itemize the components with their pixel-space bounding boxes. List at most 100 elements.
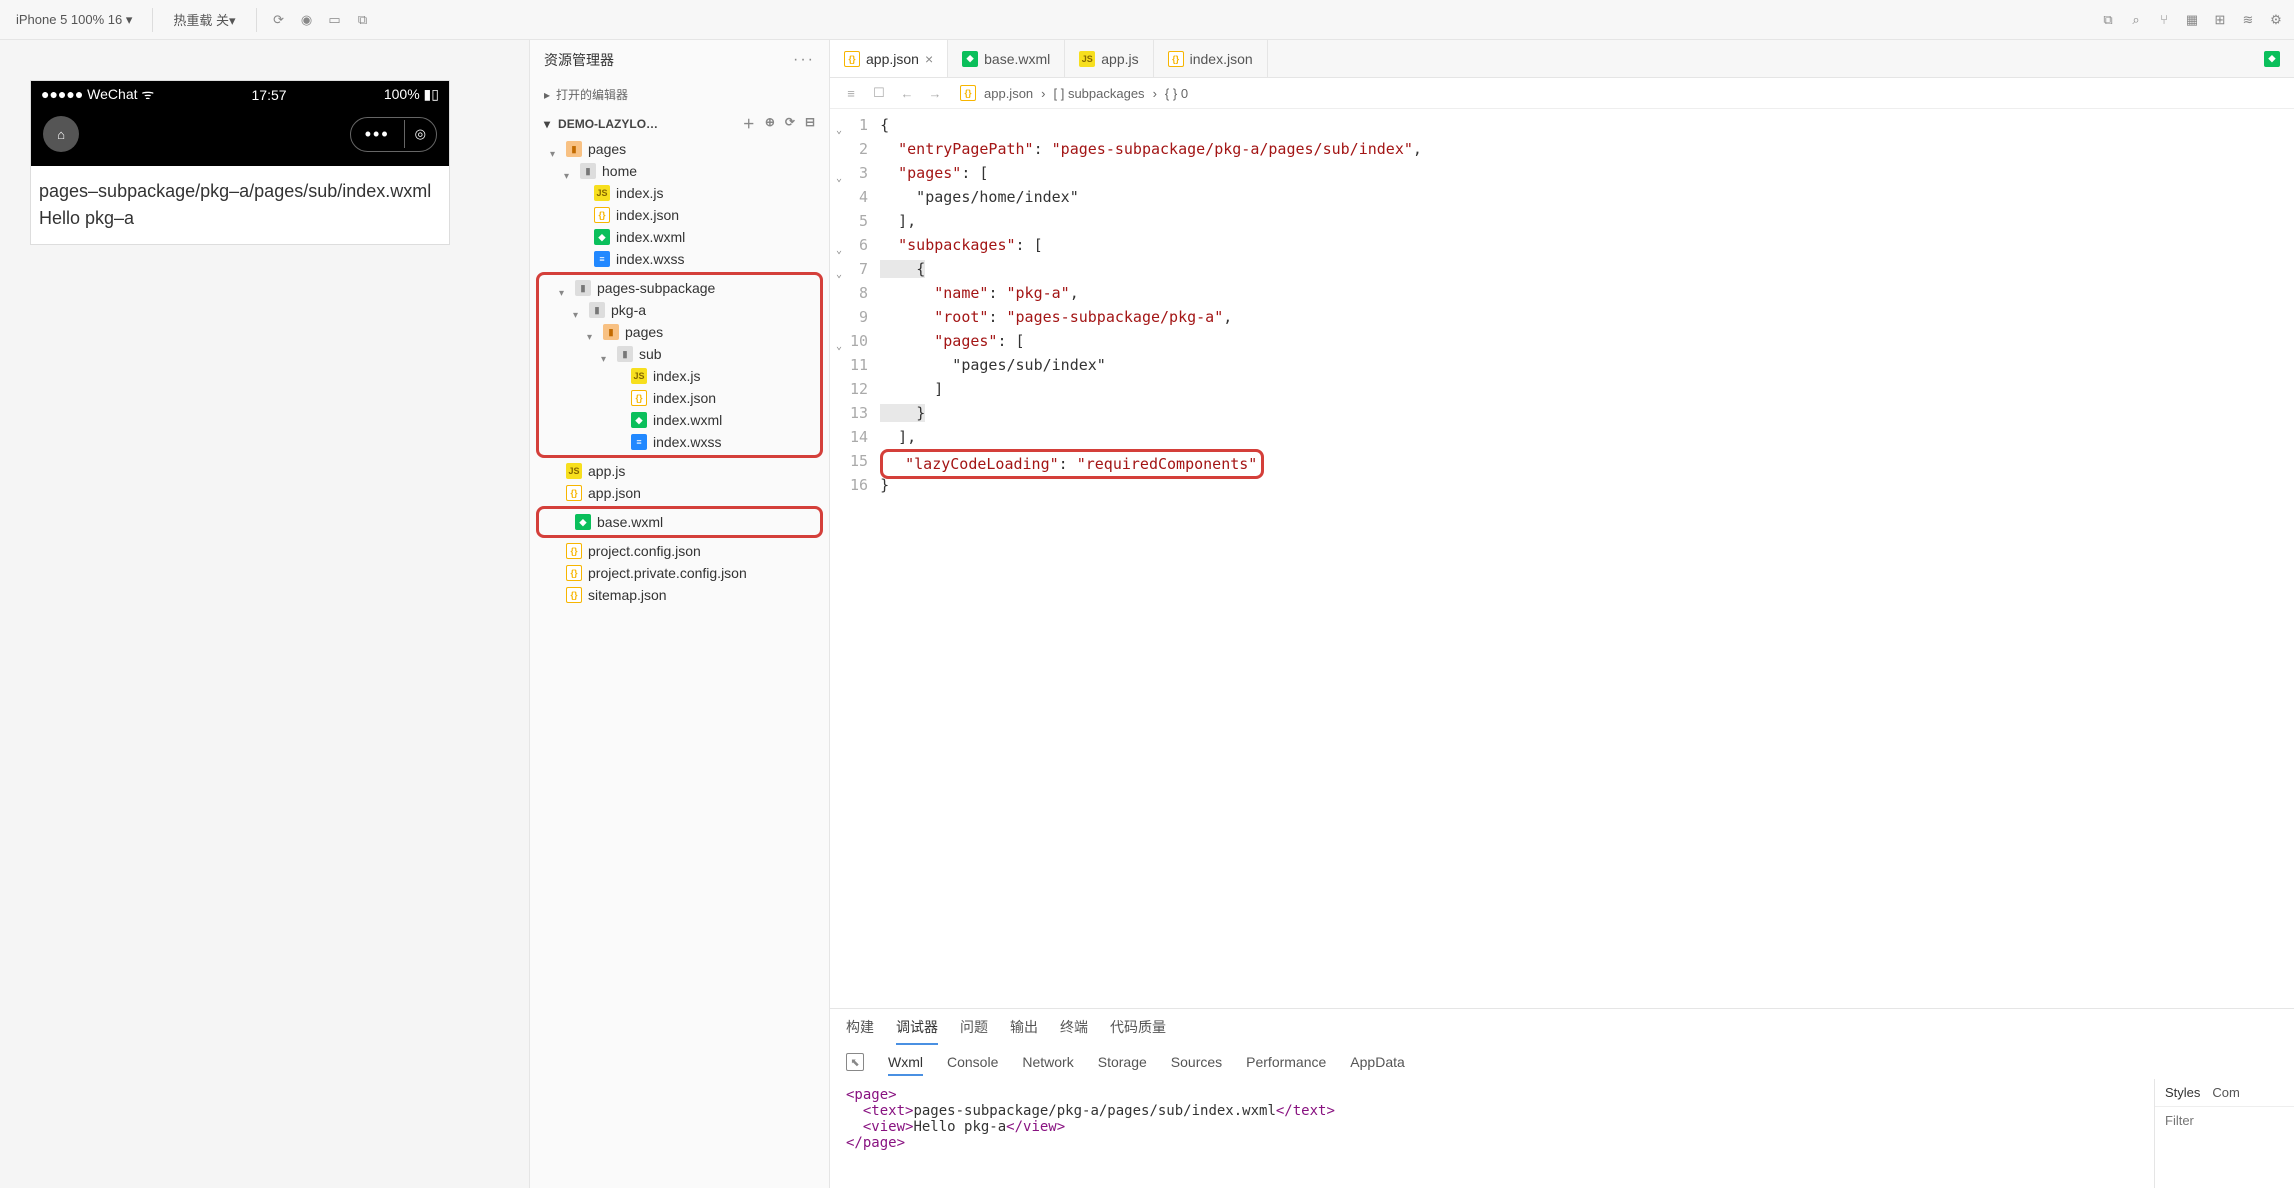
code-line[interactable]: } xyxy=(880,401,1422,425)
tree-item[interactable]: ≡index.wxss xyxy=(530,248,829,270)
branch-icon[interactable]: ⑂ xyxy=(2154,10,2174,30)
refresh-icon[interactable]: ⟳ xyxy=(269,10,289,30)
collapse-icon[interactable]: ⊟ xyxy=(805,115,815,132)
editor-tab[interactable]: {}index.json xyxy=(1154,40,1268,77)
grid-icon[interactable]: ⊞ xyxy=(2210,10,2230,30)
close-icon[interactable]: × xyxy=(925,51,933,67)
more-icon[interactable]: ··· xyxy=(793,51,815,69)
code-editor[interactable]: 1⌄23⌄456⌄7⌄8910⌄111213141516 { "entryPag… xyxy=(830,109,2294,1008)
dom-node[interactable]: <view>Hello pkg-a</view> xyxy=(846,1119,2138,1135)
code-line[interactable]: "pages/sub/index" xyxy=(880,353,1422,377)
code-line[interactable]: "pages": [ xyxy=(880,161,1422,185)
code-line[interactable]: { xyxy=(880,113,1422,137)
docker-icon[interactable]: ≋ xyxy=(2238,10,2258,30)
tree-item[interactable]: ◆base.wxml xyxy=(539,511,820,533)
tree-item[interactable]: ▮sub xyxy=(539,343,820,365)
tree-item[interactable]: ▮pages xyxy=(530,138,829,160)
editor-tab[interactable]: {}app.json× xyxy=(830,40,948,77)
close-target-icon[interactable]: ◎ xyxy=(404,120,436,148)
code-line[interactable]: { xyxy=(880,257,1422,281)
editor-tab[interactable]: ◆base.wxml xyxy=(948,40,1065,77)
devtools-tab[interactable]: AppData xyxy=(1350,1054,1404,1074)
tree-item[interactable]: ◆index.wxml xyxy=(539,409,820,431)
tree-item[interactable]: {}index.json xyxy=(530,204,829,226)
back-icon[interactable]: ← xyxy=(898,84,916,102)
panel-tab[interactable]: 问题 xyxy=(960,1017,988,1045)
ext-icon[interactable]: ▦ xyxy=(2182,10,2202,30)
fold-icon[interactable]: ⌄ xyxy=(836,239,842,263)
project-header[interactable]: ▾ DEMO-LAZYLO… ＋ ⊕ ⟳ ⊟ xyxy=(530,109,829,138)
new-file-icon[interactable]: ＋ xyxy=(743,115,755,132)
fold-icon[interactable]: ⌄ xyxy=(836,335,842,359)
code-line[interactable]: "pages/home/index" xyxy=(880,185,1422,209)
dom-node[interactable]: <text>pages-subpackage/pkg-a/pages/sub/i… xyxy=(846,1103,2138,1119)
hot-reload-toggle[interactable]: 热重载 关▾ xyxy=(165,6,243,33)
code-line[interactable]: ], xyxy=(880,425,1422,449)
panel-tab[interactable]: 输出 xyxy=(1010,1017,1038,1045)
fold-icon[interactable]: ⌄ xyxy=(836,263,842,287)
code-line[interactable]: "subpackages": [ xyxy=(880,233,1422,257)
device-selector[interactable]: iPhone 5 100% 16 ▾ xyxy=(8,8,140,32)
menu-dots-icon[interactable]: ••• xyxy=(351,118,404,151)
list-icon[interactable]: ≡ xyxy=(842,84,860,102)
wxml-icon[interactable]: ◆ xyxy=(2264,51,2280,67)
breadcrumb-node[interactable]: [ ] subpackages xyxy=(1054,86,1145,101)
dom-node[interactable]: </page> xyxy=(846,1135,2138,1151)
stop-icon[interactable]: ◉ xyxy=(297,10,317,30)
code-line[interactable]: ], xyxy=(880,209,1422,233)
copy-icon[interactable]: ⧉ xyxy=(2098,10,2118,30)
code-line[interactable]: "lazyCodeLoading": "requiredComponents" xyxy=(880,449,1422,473)
devtools-tab[interactable]: Sources xyxy=(1171,1054,1222,1074)
code-line[interactable]: "root": "pages-subpackage/pkg-a", xyxy=(880,305,1422,329)
styles-tab[interactable]: Styles xyxy=(2165,1085,2200,1100)
panel-tab[interactable]: 构建 xyxy=(846,1017,874,1045)
phone-icon[interactable]: ▭ xyxy=(325,10,345,30)
windows-icon[interactable]: ⧉ xyxy=(353,10,373,30)
tree-item[interactable]: JSindex.js xyxy=(539,365,820,387)
tree-item[interactable]: {}index.json xyxy=(539,387,820,409)
dom-node[interactable]: <page> xyxy=(846,1087,2138,1103)
devtools-tab[interactable]: Storage xyxy=(1098,1054,1147,1074)
code-line[interactable]: "pages": [ xyxy=(880,329,1422,353)
computed-tab[interactable]: Com xyxy=(2212,1085,2239,1100)
devtools-tab[interactable]: Console xyxy=(947,1054,998,1074)
new-folder-icon[interactable]: ⊕ xyxy=(765,115,775,132)
refresh-tree-icon[interactable]: ⟳ xyxy=(785,115,795,132)
tree-item[interactable]: JSapp.js xyxy=(530,460,829,482)
filter-input[interactable] xyxy=(2165,1113,2284,1128)
tree-item[interactable]: ▮pages-subpackage xyxy=(539,277,820,299)
fold-icon[interactable]: ⌄ xyxy=(836,167,842,191)
code-line[interactable]: ] xyxy=(880,377,1422,401)
panel-tab[interactable]: 终端 xyxy=(1060,1017,1088,1045)
open-editors-section[interactable]: ▸ 打开的编辑器 xyxy=(530,80,829,109)
panel-tab[interactable]: 代码质量 xyxy=(1110,1017,1166,1045)
tree-item[interactable]: {}sitemap.json xyxy=(530,584,829,606)
tree-item[interactable]: {}project.config.json xyxy=(530,540,829,562)
tree-item[interactable]: ▮pkg-a xyxy=(539,299,820,321)
tree-item[interactable]: ◆index.wxml xyxy=(530,226,829,248)
tree-item[interactable]: {}app.json xyxy=(530,482,829,504)
settings-icon[interactable]: ⚙ xyxy=(2266,10,2286,30)
capsule-button[interactable]: ••• ◎ xyxy=(350,117,437,152)
search-icon[interactable]: ⌕ xyxy=(2126,10,2146,30)
fold-icon[interactable]: ⌄ xyxy=(836,119,842,143)
bookmark-icon[interactable]: ☐ xyxy=(870,84,888,102)
inspect-icon[interactable]: ⬉ xyxy=(846,1053,864,1071)
tree-item[interactable]: JSindex.js xyxy=(530,182,829,204)
code-line[interactable]: "name": "pkg-a", xyxy=(880,281,1422,305)
breadcrumb-file[interactable]: app.json xyxy=(984,86,1033,101)
forward-icon[interactable]: → xyxy=(926,84,944,102)
panel-tab[interactable]: 调试器 xyxy=(896,1017,938,1045)
devtools-tab[interactable]: Performance xyxy=(1246,1054,1326,1074)
tree-item[interactable]: ≡index.wxss xyxy=(539,431,820,453)
code-line[interactable]: "entryPagePath": "pages-subpackage/pkg-a… xyxy=(880,137,1422,161)
breadcrumb-node[interactable]: { } 0 xyxy=(1165,86,1188,101)
devtools-tab[interactable]: Network xyxy=(1022,1054,1073,1074)
tree-item[interactable]: {}project.private.config.json xyxy=(530,562,829,584)
tree-item[interactable]: ▮pages xyxy=(539,321,820,343)
dom-view[interactable]: <page> <text>pages-subpackage/pkg-a/page… xyxy=(830,1079,2154,1188)
editor-tab[interactable]: JSapp.js xyxy=(1065,40,1153,77)
home-icon[interactable]: ⌂ xyxy=(43,116,79,152)
devtools-tab[interactable]: Wxml xyxy=(888,1054,923,1076)
tree-item[interactable]: ▮home xyxy=(530,160,829,182)
